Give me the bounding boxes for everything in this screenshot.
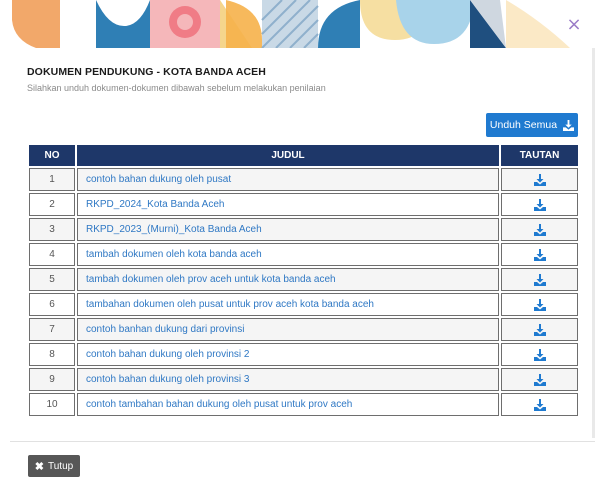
document-title-cell: contoh tambahan bahan dukung oleh pusat … — [77, 393, 499, 416]
row-number: 10 — [29, 393, 75, 416]
download-cell[interactable] — [501, 293, 578, 316]
document-title-cell: RKPD_2023_(Murni)_Kota Banda Aceh — [77, 218, 499, 241]
row-number: 3 — [29, 218, 75, 241]
column-header-judul: JUDUL — [77, 145, 499, 166]
download-icon[interactable] — [533, 198, 546, 211]
row-number: 4 — [29, 243, 75, 266]
table-row: 2 RKPD_2024_Kota Banda Aceh — [29, 193, 578, 216]
row-number: 8 — [29, 343, 75, 366]
table-row: 8 contoh bahan dukung oleh provinsi 2 — [29, 343, 578, 366]
download-cell[interactable] — [501, 243, 578, 266]
modal-subtitle: Silahkan unduh dokumen-dokumen dibawah s… — [27, 83, 326, 93]
banner-shapes-image — [0, 0, 595, 48]
download-icon[interactable] — [533, 398, 546, 411]
decorative-banner — [0, 0, 595, 48]
row-number: 1 — [29, 168, 75, 191]
download-icon[interactable] — [533, 248, 546, 261]
table-row: 4 tambah dokumen oleh kota banda aceh — [29, 243, 578, 266]
download-icon[interactable] — [533, 348, 546, 361]
download-icon[interactable] — [533, 298, 546, 311]
row-number: 9 — [29, 368, 75, 391]
download-all-button[interactable]: Unduh Semua — [486, 113, 578, 137]
close-x-icon: ✖ — [34, 460, 44, 473]
table-row: 5 tambah dokumen oleh prov aceh untuk kot… — [29, 268, 578, 291]
table-row: 6 tambahan dokumen oleh pusat untuk prov … — [29, 293, 578, 316]
download-icon[interactable] — [533, 373, 546, 386]
download-cell[interactable] — [501, 193, 578, 216]
table-row: 7 contoh banhan dukung dari provinsi — [29, 318, 578, 341]
download-all-label: Unduh Semua — [489, 119, 558, 131]
modal-title: DOKUMEN PENDUKUNG - KOTA BANDA ACEH — [27, 66, 266, 78]
table-row: 1 contoh bahan dukung oleh pusat — [29, 168, 578, 191]
download-cell[interactable] — [501, 268, 578, 291]
document-link[interactable]: contoh tambahan bahan dukung oleh pusat … — [86, 399, 352, 410]
document-title-cell: contoh bahan dukung oleh pusat — [77, 168, 499, 191]
table-header-row: NO JUDUL TAUTAN — [29, 145, 578, 166]
document-title-cell: RKPD_2024_Kota Banda Aceh — [77, 193, 499, 216]
document-link[interactable]: contoh bahan dukung oleh pusat — [86, 174, 231, 185]
document-title-cell: tambah dokumen oleh prov aceh untuk kota… — [77, 268, 499, 291]
document-title-cell: tambah dokumen oleh kota banda aceh — [77, 243, 499, 266]
download-icon[interactable] — [533, 173, 546, 186]
column-header-no: NO — [29, 145, 75, 166]
document-link[interactable]: RKPD_2023_(Murni)_Kota Banda Aceh — [86, 224, 262, 235]
table-row: 3 RKPD_2023_(Murni)_Kota Banda Aceh — [29, 218, 578, 241]
download-cell[interactable] — [501, 343, 578, 366]
download-cell[interactable] — [501, 218, 578, 241]
download-cell[interactable] — [501, 368, 578, 391]
column-header-tautan: TAUTAN — [501, 145, 578, 166]
download-cell[interactable] — [501, 168, 578, 191]
table-row: 10 contoh tambahan bahan dukung oleh pusa… — [29, 393, 578, 416]
document-link[interactable]: RKPD_2024_Kota Banda Aceh — [86, 199, 224, 210]
document-link[interactable]: tambah dokumen oleh prov aceh untuk kota… — [86, 274, 336, 285]
document-title-cell: contoh banhan dukung dari provinsi — [77, 318, 499, 341]
download-icon — [563, 119, 575, 131]
download-icon[interactable] — [533, 323, 546, 336]
row-number: 7 — [29, 318, 75, 341]
download-icon[interactable] — [533, 223, 546, 236]
table-row: 9 contoh bahan dukung oleh provinsi 3 — [29, 368, 578, 391]
document-link[interactable]: tambahan dokumen oleh pusat untuk prov a… — [86, 299, 374, 310]
download-icon[interactable] — [533, 273, 546, 286]
row-number: 2 — [29, 193, 75, 216]
documents-table: NO JUDUL TAUTAN 1 contoh bahan dukung ole… — [27, 143, 580, 418]
download-cell[interactable] — [501, 318, 578, 341]
document-title-cell: contoh bahan dukung oleh provinsi 3 — [77, 368, 499, 391]
document-title-cell: tambahan dokumen oleh pusat untuk prov a… — [77, 293, 499, 316]
download-cell[interactable] — [501, 393, 578, 416]
close-button-label: Tutup — [48, 460, 74, 472]
row-number: 6 — [29, 293, 75, 316]
document-link[interactable]: contoh banhan dukung dari provinsi — [86, 324, 244, 335]
footer-divider — [10, 441, 595, 442]
documents-modal: × DOKUMEN PENDUKUNG - KOTA BANDA ACEH Si… — [0, 0, 595, 481]
close-icon[interactable]: × — [563, 14, 585, 36]
document-link[interactable]: contoh bahan dukung oleh provinsi 3 — [86, 374, 249, 385]
document-link[interactable]: tambah dokumen oleh kota banda aceh — [86, 249, 262, 260]
close-button[interactable]: ✖ Tutup — [28, 455, 80, 477]
document-title-cell: contoh bahan dukung oleh provinsi 2 — [77, 343, 499, 366]
row-number: 5 — [29, 268, 75, 291]
document-link[interactable]: contoh bahan dukung oleh provinsi 2 — [86, 349, 249, 360]
